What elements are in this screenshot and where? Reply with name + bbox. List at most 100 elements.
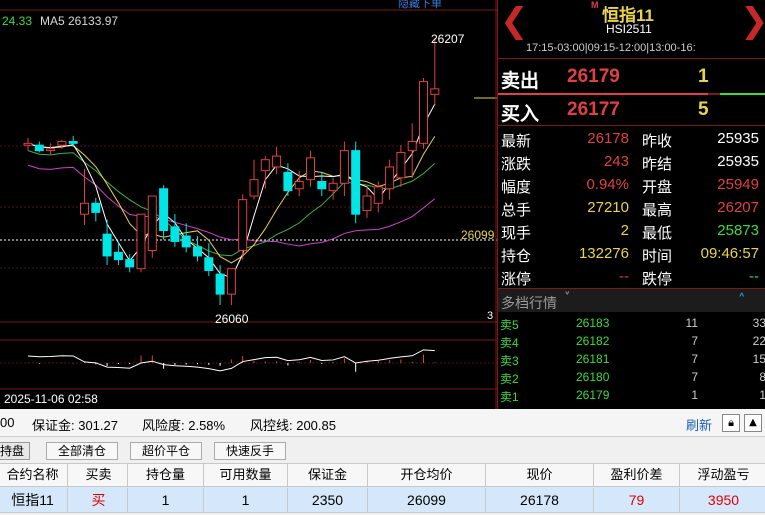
quote-row: 持仓 132276 时间 09:46:57 [498,242,765,265]
table-header-cell[interactable]: 持仓量 [128,464,204,487]
close-all-button[interactable]: 全部清仓 [46,442,118,460]
orderbook-total: 8 [759,370,765,384]
depth-header-label: 多档行情 [501,295,557,311]
session-divider [498,58,765,59]
quote-label: 时间 [642,248,673,265]
candle [306,150,315,187]
candle [91,197,101,222]
risk-value: 风险度: 2.58% [142,418,226,433]
orderbook-row[interactable]: 卖3 26181 7 15 [498,351,765,368]
quote-value: 25873 [717,222,759,239]
orderbook-price: 26179 [576,388,610,402]
account-value-partial: 00 [0,415,15,430]
quote-label: 总手 [501,202,532,219]
candle-body [249,179,259,197]
double-chevron-down-icon[interactable]: ˅ [564,291,571,306]
candle-body [113,251,123,261]
table-header-cell[interactable]: 保证金 [288,464,368,487]
lock-icon[interactable]: 🔒︎ [722,414,740,432]
candle-body [136,213,146,270]
quote-value: 26207 [717,199,759,216]
candle [362,186,372,218]
table-header-cell[interactable]: 合约名称 [0,464,68,487]
orderbook-row[interactable]: 卖4 26182 7 22 [498,333,765,350]
ma-line [27,103,436,279]
table-cell: 1 [128,488,204,512]
quote-label: 最高 [642,202,673,219]
orderbook-label: 卖5 [500,318,519,332]
table-header-cell[interactable]: 盈利价差 [594,464,680,487]
bid-divider [498,125,765,126]
tab-positions[interactable]: 持盘 [0,442,30,460]
quote-panel: ❮ ❯ M 恒指11 HSI2511 17:15-03:00|09:15-12:… [497,0,765,409]
date-label: 2025-11-06 02:58 [4,392,98,406]
ma-line [27,136,436,264]
table-header-cell[interactable]: 浮动盈亏 [680,464,765,487]
orderbook-row[interactable]: 卖2 26180 7 8 [498,369,765,386]
candle-body [317,180,327,190]
kline-chart[interactable]: 隐藏下单 24.33 MA5 26133.97 26207 26060 2609… [0,0,497,409]
candle [339,141,349,197]
orderbook-qty: 1 [691,388,698,402]
candle [113,241,123,266]
candle-body [68,141,78,144]
table-cell: 买 [70,488,128,512]
candle-body [23,142,33,146]
ask-price: 26179 [567,66,620,87]
ma-line [27,164,436,247]
reverse-button[interactable]: 快速反手 [214,442,286,460]
refresh-link[interactable]: 刷新 [686,415,712,434]
table-cell: 3950 [680,488,765,512]
high-price-label: 26207 [431,32,465,46]
orderbook-price: 26180 [576,370,610,384]
volume-axis-label: 3 [487,310,494,322]
ask-row[interactable]: 卖出 26179 1 [498,62,765,92]
depth-header[interactable]: 多档行情 ˅ ˄ [498,288,765,312]
candle [351,141,361,224]
candle-body [46,148,56,152]
candle [385,159,395,200]
candle-body [351,150,361,215]
candle [170,214,180,247]
candle [419,77,428,149]
orderbook-total: 15 [752,352,765,366]
quote-value: 243 [603,153,629,170]
quote-value: 2 [620,222,629,239]
candle [204,243,214,276]
bid-row[interactable]: 买入 26177 5 [498,95,765,125]
super-close-button[interactable]: 超价平仓 [130,442,202,460]
orderbook-row[interactable]: 卖1 26179 1 1 [498,387,765,404]
quote-row: 最新 26178 昨收 25935 [498,127,765,150]
next-contract-arrow[interactable]: ❯ [740,4,765,40]
quote-row: 涨停 -- 跌停 -- [498,265,765,288]
candle-body [373,186,383,204]
quote-row: 总手 27210 最高 26207 [498,196,765,219]
bid-label: 买入 [501,104,540,125]
candle [46,143,56,155]
candle-body [328,182,338,192]
bid-price: 26177 [567,99,620,120]
orderbook-label: 卖2 [500,372,519,386]
quote-label: 幅度 [501,179,532,196]
up-arrow-icon[interactable]: ▲ [744,414,762,432]
table-header-cell[interactable]: 开仓均价 [368,464,486,487]
candle [80,168,89,226]
margin-value: 保证金: 301.27 [32,418,118,433]
table-header-cell[interactable]: 现价 [486,464,594,487]
orderbook-qty: 7 [691,334,698,348]
orderbook-row[interactable]: 卖5 26183 11 33 [498,315,765,332]
instrument-code: HSI2511 [606,22,652,36]
table-header-cell[interactable]: 买卖 [70,464,128,487]
trading-sessions: 17:15-03:00|09:15-12:00|13:00-16: [526,42,696,54]
table-cell: 26178 [486,488,594,512]
candle-body [34,144,44,152]
chevron-up-icon[interactable]: ˄ [738,291,746,309]
candle-body [362,195,372,212]
quote-label: 持仓 [501,248,532,265]
candle [23,137,33,151]
quote-label: 开盘 [642,179,673,196]
table-cell: 1 [204,488,288,512]
prev-contract-arrow[interactable]: ❮ [500,4,529,40]
candle [159,185,169,240]
table-header-cell[interactable]: 可用数量 [204,464,288,487]
